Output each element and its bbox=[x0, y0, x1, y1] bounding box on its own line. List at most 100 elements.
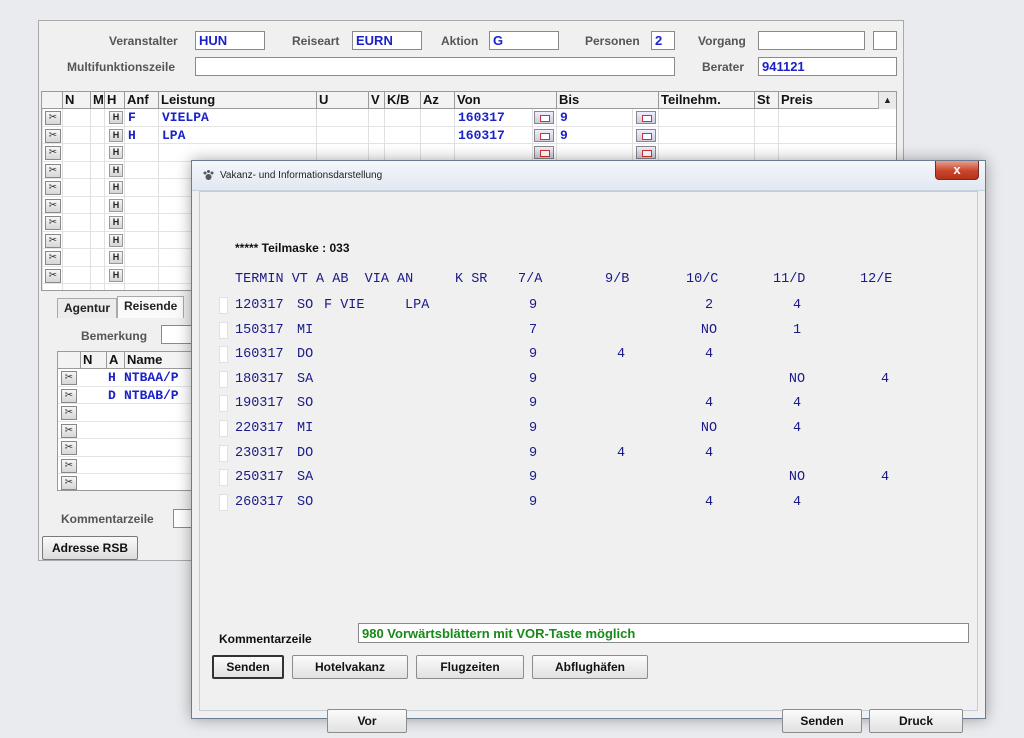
scissors-icon[interactable]: ✂ bbox=[45, 163, 61, 178]
anf-cell[interactable] bbox=[126, 197, 128, 214]
reisende-name-cell[interactable] bbox=[122, 404, 124, 421]
calendar-icon[interactable] bbox=[534, 128, 554, 142]
scissors-icon[interactable]: ✂ bbox=[61, 371, 77, 385]
scissors-icon[interactable]: ✂ bbox=[45, 198, 61, 213]
h-flag-button[interactable]: H bbox=[109, 233, 123, 247]
scissors-icon[interactable]: ✂ bbox=[61, 406, 77, 420]
reisende-name-cell[interactable]: NTBAA/P bbox=[122, 369, 179, 386]
leistung-cell[interactable] bbox=[160, 197, 162, 214]
scissors-icon[interactable]: ✂ bbox=[61, 423, 77, 438]
anf-cell[interactable] bbox=[126, 144, 128, 161]
leistung-cell[interactable] bbox=[160, 267, 162, 284]
h-flag-button[interactable]: H bbox=[109, 181, 123, 194]
personen-field[interactable]: 2 bbox=[651, 31, 675, 50]
multifunktionszeile-field[interactable] bbox=[195, 57, 675, 76]
leistung-cell[interactable] bbox=[160, 144, 162, 161]
reisende-row[interactable]: ✂ bbox=[58, 422, 196, 439]
anf-cell[interactable] bbox=[126, 214, 128, 231]
leistung-cell[interactable] bbox=[160, 249, 162, 266]
bis-cell[interactable]: 9 bbox=[558, 109, 568, 126]
scissors-icon[interactable]: ✂ bbox=[61, 476, 77, 490]
scissors-icon[interactable]: ✂ bbox=[45, 181, 61, 195]
reisende-name-cell[interactable] bbox=[122, 457, 124, 474]
reisende-row[interactable]: ✂ bbox=[58, 439, 196, 457]
row-select-marker[interactable] bbox=[219, 493, 228, 511]
reisende-name-cell[interactable] bbox=[122, 439, 124, 456]
reisende-row[interactable]: ✂ D NTBAB/P bbox=[58, 387, 196, 404]
calendar-icon[interactable] bbox=[636, 128, 656, 142]
aktion-field[interactable]: G bbox=[489, 31, 559, 50]
reisende-row[interactable]: ✂ bbox=[58, 474, 196, 490]
vorgang-extra-field[interactable] bbox=[873, 31, 897, 50]
kommentarzeile-field[interactable]: 980 Vorwärtsblättern mit VOR-Taste mögli… bbox=[358, 623, 969, 643]
scroll-up-arrow-icon[interactable]: ▲ bbox=[878, 92, 896, 109]
row-select-marker[interactable] bbox=[219, 444, 228, 462]
reisende-a-cell[interactable] bbox=[106, 422, 108, 439]
scissors-icon[interactable]: ✂ bbox=[61, 388, 77, 403]
adresse-rsb-button[interactable]: Adresse RSB bbox=[42, 536, 138, 560]
h-flag-button[interactable]: H bbox=[109, 198, 123, 212]
reisende-name-cell[interactable] bbox=[122, 474, 124, 490]
hotelvakanz-button[interactable]: Hotelvakanz bbox=[292, 655, 408, 679]
reisende-a-cell[interactable] bbox=[106, 457, 108, 474]
h-flag-button[interactable]: H bbox=[109, 163, 123, 177]
senden-bottom-button[interactable]: Senden bbox=[782, 709, 862, 733]
calendar-icon[interactable] bbox=[534, 146, 554, 159]
abflughaefen-button[interactable]: Abflughäfen bbox=[532, 655, 648, 679]
h-flag-button[interactable]: H bbox=[109, 251, 123, 264]
vorgang-field[interactable] bbox=[758, 31, 865, 50]
reisende-row[interactable]: ✂ H NTBAA/P bbox=[58, 369, 196, 387]
leistung-cell[interactable] bbox=[160, 179, 162, 196]
reisende-row[interactable]: ✂ bbox=[58, 457, 196, 474]
scissors-icon[interactable]: ✂ bbox=[45, 251, 61, 265]
scissors-icon[interactable]: ✂ bbox=[45, 233, 61, 248]
reisende-name-cell[interactable] bbox=[122, 422, 124, 439]
grid-row[interactable]: ✂ H H LPA 160317 9 bbox=[42, 127, 896, 144]
reisende-name-cell[interactable]: NTBAB/P bbox=[122, 387, 179, 404]
anf-cell[interactable] bbox=[126, 267, 128, 284]
reisende-a-cell[interactable]: H bbox=[106, 369, 116, 386]
von-cell[interactable]: 160317 bbox=[456, 127, 505, 144]
reiseart-field[interactable]: EURN bbox=[352, 31, 422, 50]
anf-cell[interactable]: H bbox=[126, 127, 136, 144]
row-select-marker[interactable] bbox=[219, 370, 228, 388]
reisende-a-cell[interactable] bbox=[106, 439, 108, 456]
scissors-icon[interactable]: ✂ bbox=[45, 128, 61, 143]
von-cell[interactable] bbox=[456, 144, 458, 161]
row-select-marker[interactable] bbox=[219, 321, 228, 339]
vor-button[interactable]: Vor bbox=[327, 709, 407, 733]
leistung-cell[interactable] bbox=[160, 214, 162, 231]
anf-cell[interactable] bbox=[126, 179, 128, 196]
close-icon[interactable]: x bbox=[935, 161, 979, 180]
scissors-icon[interactable]: ✂ bbox=[45, 268, 61, 283]
row-select-marker[interactable] bbox=[219, 420, 228, 437]
druck-button[interactable]: Druck bbox=[869, 709, 963, 733]
calendar-icon[interactable] bbox=[636, 146, 656, 159]
reisende-a-cell[interactable] bbox=[106, 404, 108, 421]
anf-cell[interactable] bbox=[126, 232, 128, 249]
h-flag-button[interactable]: H bbox=[109, 128, 123, 142]
row-select-marker[interactable] bbox=[219, 297, 228, 314]
veranstalter-field[interactable]: HUN bbox=[195, 31, 265, 50]
tab-agentur[interactable]: Agentur bbox=[57, 298, 117, 318]
leistung-cell[interactable] bbox=[160, 162, 162, 179]
row-select-marker[interactable] bbox=[219, 469, 228, 487]
tab-reisende[interactable]: Reisende bbox=[117, 296, 185, 318]
bis-cell[interactable] bbox=[558, 144, 560, 161]
scissors-icon[interactable]: ✂ bbox=[45, 146, 61, 160]
row-select-marker[interactable] bbox=[219, 346, 228, 364]
flugzeiten-button[interactable]: Flugzeiten bbox=[416, 655, 524, 679]
scissors-icon[interactable]: ✂ bbox=[45, 111, 61, 125]
bis-cell[interactable]: 9 bbox=[558, 127, 568, 144]
grid-row[interactable]: ✂ H F VIELPA 160317 9 bbox=[42, 109, 896, 127]
anf-cell[interactable] bbox=[126, 249, 128, 266]
h-flag-button[interactable]: H bbox=[109, 216, 123, 229]
row-select-marker[interactable] bbox=[219, 395, 228, 413]
scissors-icon[interactable]: ✂ bbox=[45, 216, 61, 230]
dialog-title-bar[interactable]: Vakanz- und Informationsdarstellung x bbox=[192, 161, 985, 191]
reisende-a-cell[interactable]: D bbox=[106, 387, 116, 404]
h-flag-button[interactable]: H bbox=[109, 268, 123, 282]
senden-button[interactable]: Senden bbox=[212, 655, 284, 679]
leistung-cell[interactable]: LPA bbox=[160, 127, 185, 144]
leistung-cell[interactable]: VIELPA bbox=[160, 109, 209, 126]
